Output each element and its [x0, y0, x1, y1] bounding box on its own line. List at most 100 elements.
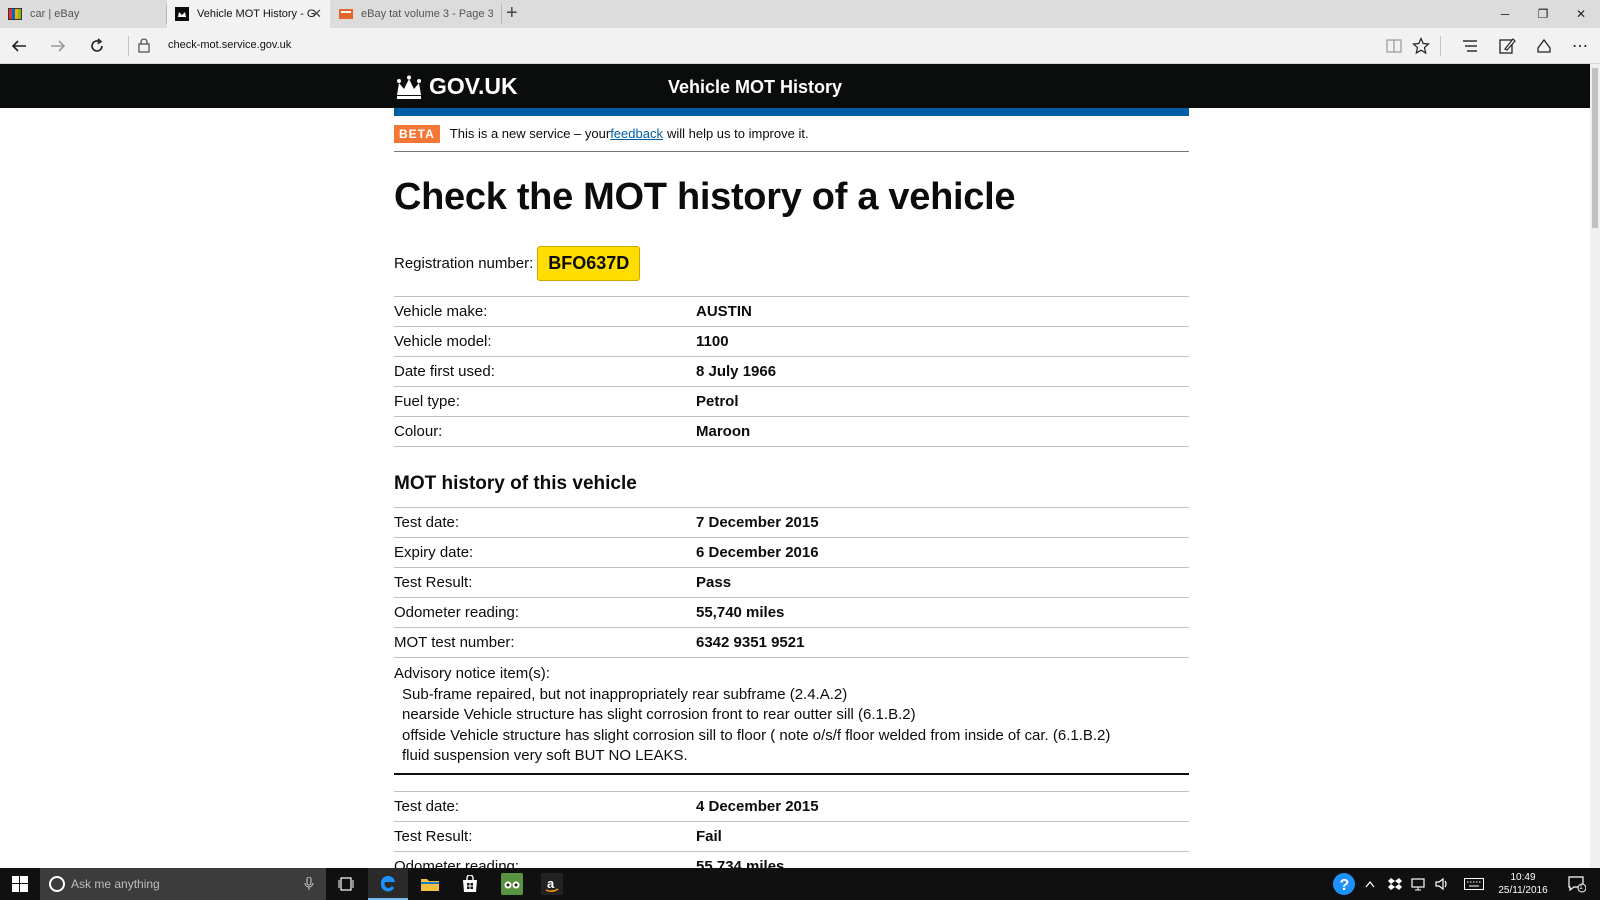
govuk-header: GOV.UK Vehicle MOT History: [0, 64, 1590, 108]
service-name[interactable]: Vehicle MOT History: [668, 77, 842, 98]
ebay-favicon-icon: [8, 8, 22, 20]
tab-ebay-car[interactable]: car | eBay: [0, 0, 166, 28]
detail-row-fuel: Fuel type: Petrol: [394, 387, 1189, 417]
test-label: Test date:: [394, 797, 460, 815]
beta-tag: BETA: [394, 124, 440, 143]
test-row: MOT test number: 6342 9351 9521: [394, 628, 1189, 658]
address-bar: check-mot.service.gov.uk ⋯: [0, 28, 1600, 64]
toolbar-divider: [128, 36, 129, 56]
favorite-star-icon[interactable]: [1409, 34, 1433, 58]
store-icon[interactable]: [450, 868, 490, 900]
lock-icon: [138, 38, 150, 58]
show-hidden-icons-icon[interactable]: [1360, 868, 1380, 900]
govuk-favicon-icon: [175, 7, 189, 21]
close-window-icon[interactable]: ✕: [1562, 0, 1600, 28]
detail-value: 1100: [696, 333, 729, 350]
tab-mot-history[interactable]: Vehicle MOT History - G ✕: [167, 0, 330, 28]
beta-text-before: This is a new service – your: [449, 126, 611, 141]
advisory-item: Sub-frame repaired, but not inappropriat…: [402, 685, 848, 703]
registration-plate: BFO637D: [537, 245, 641, 281]
notification-count: 1: [1579, 884, 1583, 891]
forum-favicon-icon: [339, 9, 353, 19]
start-button[interactable]: [0, 868, 40, 900]
test-label: Odometer reading:: [394, 857, 520, 869]
edge-browser-icon[interactable]: [368, 868, 408, 900]
advisory-item: offside Vehicle structure has slight cor…: [402, 726, 1111, 744]
help-icon[interactable]: ?: [1330, 868, 1358, 900]
advisory-label: Advisory notice item(s):: [394, 665, 550, 682]
tripadvisor-icon[interactable]: [492, 868, 532, 900]
file-explorer-icon[interactable]: [410, 868, 450, 900]
detail-row-colour: Colour: Maroon: [394, 417, 1189, 447]
share-icon[interactable]: [1532, 34, 1556, 58]
restore-icon[interactable]: ❐: [1524, 0, 1562, 28]
test-value: 6342 9351 9521: [696, 634, 805, 651]
page-scrollbar[interactable]: [1590, 64, 1600, 868]
detail-value: Petrol: [696, 393, 739, 410]
test-label: Odometer reading:: [394, 604, 520, 621]
tab-title: Vehicle MOT History - G: [197, 8, 316, 20]
feedback-link[interactable]: feedback: [610, 126, 663, 141]
test-row: Test Result: Fail: [394, 822, 1189, 852]
tab-ebay-tat[interactable]: eBay tat volume 3 - Page 30: [331, 0, 501, 28]
detail-value: AUSTIN: [696, 303, 752, 320]
detail-label: Fuel type:: [394, 393, 460, 410]
action-center-icon[interactable]: 1: [1562, 868, 1592, 900]
reading-view-icon[interactable]: [1382, 34, 1406, 58]
minimize-icon[interactable]: ─: [1486, 0, 1524, 28]
main-content: BETA This is a new service – your feedba…: [394, 116, 1189, 868]
url-field[interactable]: check-mot.service.gov.uk: [168, 39, 291, 51]
test-row: Expiry date: 6 December 2016: [394, 538, 1189, 568]
test-value: Fail: [696, 827, 722, 845]
keyboard-icon[interactable]: [1460, 868, 1488, 900]
search-placeholder: Ask me anything: [71, 877, 160, 891]
hub-icon[interactable]: [1458, 34, 1482, 58]
detail-row-model: Vehicle model: 1100: [394, 327, 1189, 357]
test-label: Test Result:: [394, 574, 473, 591]
tab-title: car | eBay: [30, 8, 80, 20]
windows-logo-icon: [12, 876, 28, 892]
system-clock[interactable]: 10:49 25/11/2016: [1494, 871, 1552, 897]
clock-date: 25/11/2016: [1498, 885, 1548, 896]
browser-tab-bar: car | eBay Vehicle MOT History - G ✕ eBa…: [0, 0, 1600, 28]
refresh-icon[interactable]: [85, 34, 109, 58]
header-blue-rule: [394, 108, 1189, 116]
test-row: Test date: 7 December 2015: [394, 508, 1189, 538]
test-value: 7 December 2015: [696, 514, 819, 531]
close-tab-icon[interactable]: ✕: [311, 6, 322, 22]
cortana-search[interactable]: Ask me anything: [40, 868, 326, 900]
advisory-item: fluid suspension very soft BUT NO LEAKS.: [402, 747, 688, 764]
amazon-icon[interactable]: a: [532, 868, 572, 900]
microphone-icon[interactable]: [304, 877, 314, 891]
logo-text: GOV.UK: [429, 73, 518, 99]
advisory-item: nearside Vehicle structure has slight co…: [402, 706, 916, 723]
detail-value: 8 July 1966: [696, 363, 777, 380]
history-heading: MOT history of this vehicle: [394, 473, 637, 494]
task-view-icon[interactable]: [326, 868, 366, 900]
forward-icon[interactable]: [46, 34, 70, 58]
detail-row-first-used: Date first used: 8 July 1966: [394, 357, 1189, 387]
registration-label: Registration number:: [394, 254, 534, 272]
new-tab-icon[interactable]: +: [506, 2, 518, 25]
network-icon[interactable]: [1408, 868, 1430, 900]
tab-title: eBay tat volume 3 - Page 30: [361, 8, 493, 20]
dropbox-icon[interactable]: [1384, 868, 1406, 900]
more-options-icon[interactable]: ⋯: [1568, 34, 1592, 58]
advisory-notices: Advisory notice item(s): Sub-frame repai…: [394, 658, 1189, 775]
test-row: Odometer reading: 55,734 miles: [394, 852, 1189, 869]
volume-icon[interactable]: [1432, 868, 1454, 900]
mot-test-1: Test date: 7 December 2015 Expiry date: 6 …: [394, 507, 1189, 868]
windows-taskbar: Ask me anything a ? 10:49 25/11/2016 1: [0, 868, 1600, 900]
crown-icon: [397, 75, 421, 99]
scrollbar-thumb[interactable]: [1592, 68, 1598, 228]
govuk-logo[interactable]: GOV.UK: [395, 73, 518, 100]
svg-text:a: a: [547, 876, 555, 891]
web-note-icon[interactable]: [1495, 34, 1519, 58]
test-row: Odometer reading: 55,740 miles: [394, 598, 1189, 628]
test-separator: [394, 775, 1189, 792]
cortana-icon: [49, 876, 65, 892]
detail-label: Colour:: [394, 423, 443, 440]
tab-divider: [501, 4, 502, 24]
back-icon[interactable]: [7, 34, 31, 58]
test-label: Expiry date:: [394, 544, 474, 561]
